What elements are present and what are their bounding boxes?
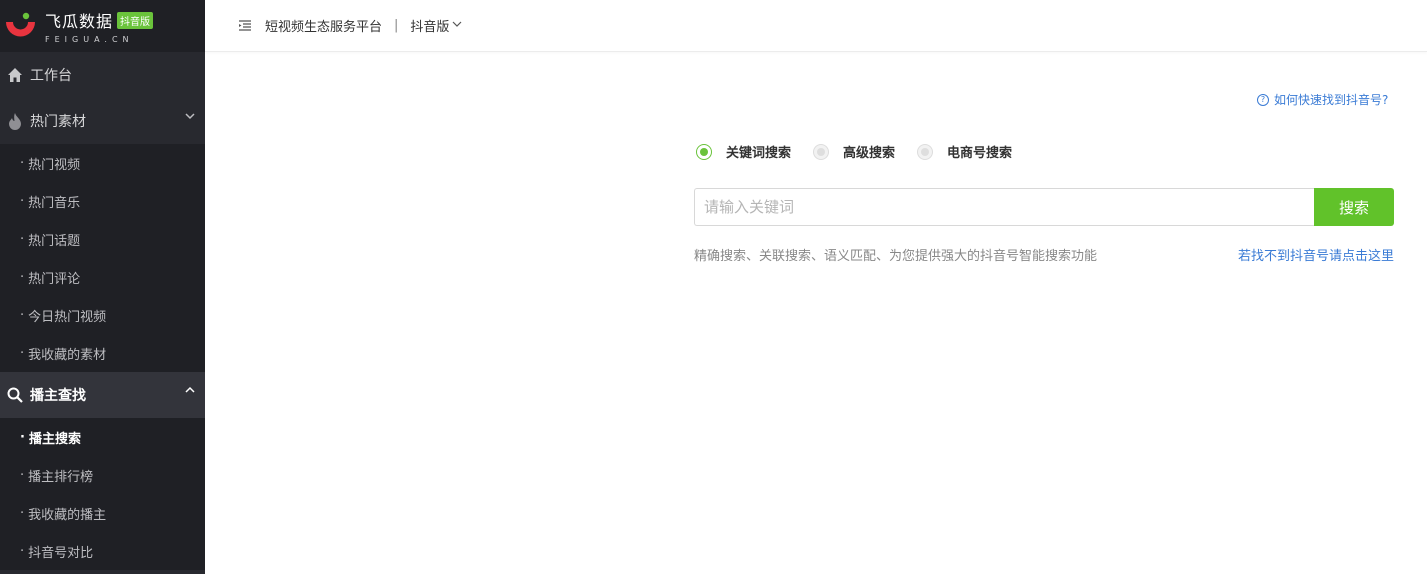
chevron-down-icon[interactable]	[452, 21, 462, 31]
search-icon	[6, 386, 24, 404]
sidebar-item-streamer-ranking[interactable]: · 播主排行榜	[0, 456, 205, 494]
sidebar-item-label: 热门视频	[28, 157, 81, 173]
logo-badge: 抖音版	[117, 11, 154, 29]
logo-title: 飞瓜数据	[45, 12, 114, 31]
radio-advanced-search[interactable]: 高级搜索	[813, 142, 895, 161]
logo-subtitle: FEIGUA.CN	[45, 35, 134, 44]
sidebar-item-label: 今日热门视频	[28, 309, 107, 325]
sidebar-item-label: 热门评论	[28, 271, 81, 287]
sidebar-item-label: 抖音号对比	[28, 545, 94, 561]
sidebar-item-hot-topics[interactable]: · 热门话题	[0, 220, 205, 258]
radio-label: 电商号搜索	[947, 146, 1013, 161]
sidebar-item-hot-music[interactable]: · 热门音乐	[0, 182, 205, 220]
feigua-logo-icon	[6, 12, 35, 36]
not-found-link[interactable]: 若找不到抖音号请点击这里	[1238, 245, 1394, 264]
sidebar-item-label: 热门话题	[28, 233, 81, 249]
search-bar: 搜索	[694, 188, 1394, 226]
logo[interactable]: 飞瓜数据 抖音版 FEIGUA.CN	[0, 0, 205, 52]
chevron-down-icon	[185, 112, 195, 123]
sidebar: 飞瓜数据 抖音版 FEIGUA.CN 工作台 热门素材 · 热门视频 · 热门音乐 …	[0, 0, 205, 574]
sidebar-item-label: 我收藏的素材	[28, 347, 107, 363]
radio-unchecked-icon[interactable]	[917, 143, 934, 160]
main-content: ? 如何快速找到抖音号? 关键词搜索 高级搜索 电商号搜索 搜索 精确搜索、关联…	[205, 53, 1427, 574]
sidebar-item-today-hot-videos[interactable]: · 今日热门视频	[0, 296, 205, 334]
radio-unchecked-icon[interactable]	[813, 143, 830, 160]
sidebar-item-hot-videos[interactable]: · 热门视频	[0, 144, 205, 182]
sidebar-group-hot-materials[interactable]: 热门素材	[0, 98, 205, 144]
home-icon	[6, 66, 24, 84]
sidebar-item-favorite-materials[interactable]: · 我收藏的素材	[0, 334, 205, 372]
platform-title: 短视频生态服务平台	[265, 20, 383, 35]
sidebar-item-label: 我收藏的播主	[28, 507, 107, 523]
header-separator: |	[394, 18, 399, 33]
sidebar-group-label: 热门素材	[30, 114, 86, 130]
radio-ecommerce-search[interactable]: 电商号搜索	[917, 142, 1012, 161]
search-input[interactable]	[694, 188, 1314, 226]
sidebar-item-account-compare[interactable]: · 抖音号对比	[0, 532, 205, 570]
search-button[interactable]: 搜索	[1314, 188, 1394, 226]
sidebar-item-label: 播主排行榜	[28, 469, 94, 485]
sidebar-item-hot-comments[interactable]: · 热门评论	[0, 258, 205, 296]
sidebar-group-streamer-search[interactable]: 播主查找	[0, 372, 205, 418]
menu-toggle-icon[interactable]	[239, 20, 251, 31]
sidebar-item-streamer-search[interactable]: · 播主搜索	[0, 418, 205, 456]
help-link-label: 如何快速找到抖音号?	[1274, 93, 1389, 107]
sidebar-group-label: 播主查找	[30, 388, 86, 404]
chevron-up-icon	[185, 386, 195, 397]
submenu-hot-materials: · 热门视频 · 热门音乐 · 热门话题 · 热门评论 · 今日热门视频 · 我收藏的素材	[0, 144, 205, 372]
version-selector[interactable]: 抖音版	[410, 16, 449, 35]
sidebar-item-label: 热门音乐	[28, 195, 81, 211]
sidebar-item-label: 播主搜索	[28, 431, 81, 447]
submenu-streamer-search: · 播主搜索 · 播主排行榜 · 我收藏的播主 · 抖音号对比	[0, 418, 205, 570]
search-description: 精确搜索、关联搜索、语义匹配、为您提供强大的抖音号智能搜索功能	[694, 249, 1098, 264]
fire-icon	[6, 112, 24, 130]
radio-keyword-search[interactable]: 关键词搜索	[696, 142, 791, 161]
question-icon: ?	[1257, 93, 1269, 106]
help-link[interactable]: ? 如何快速找到抖音号?	[1257, 91, 1388, 108]
top-header: 短视频生态服务平台 | 抖音版	[205, 0, 1427, 52]
search-mode-group: 关键词搜索 高级搜索 电商号搜索	[696, 142, 1034, 161]
radio-label: 关键词搜索	[726, 146, 792, 161]
radio-checked-icon[interactable]	[696, 143, 712, 160]
sidebar-group-label: 工作台	[30, 68, 72, 84]
sidebar-item-favorite-streamers[interactable]: · 我收藏的播主	[0, 494, 205, 532]
sidebar-group-workbench[interactable]: 工作台	[0, 52, 205, 98]
radio-label: 高级搜索	[843, 146, 896, 161]
